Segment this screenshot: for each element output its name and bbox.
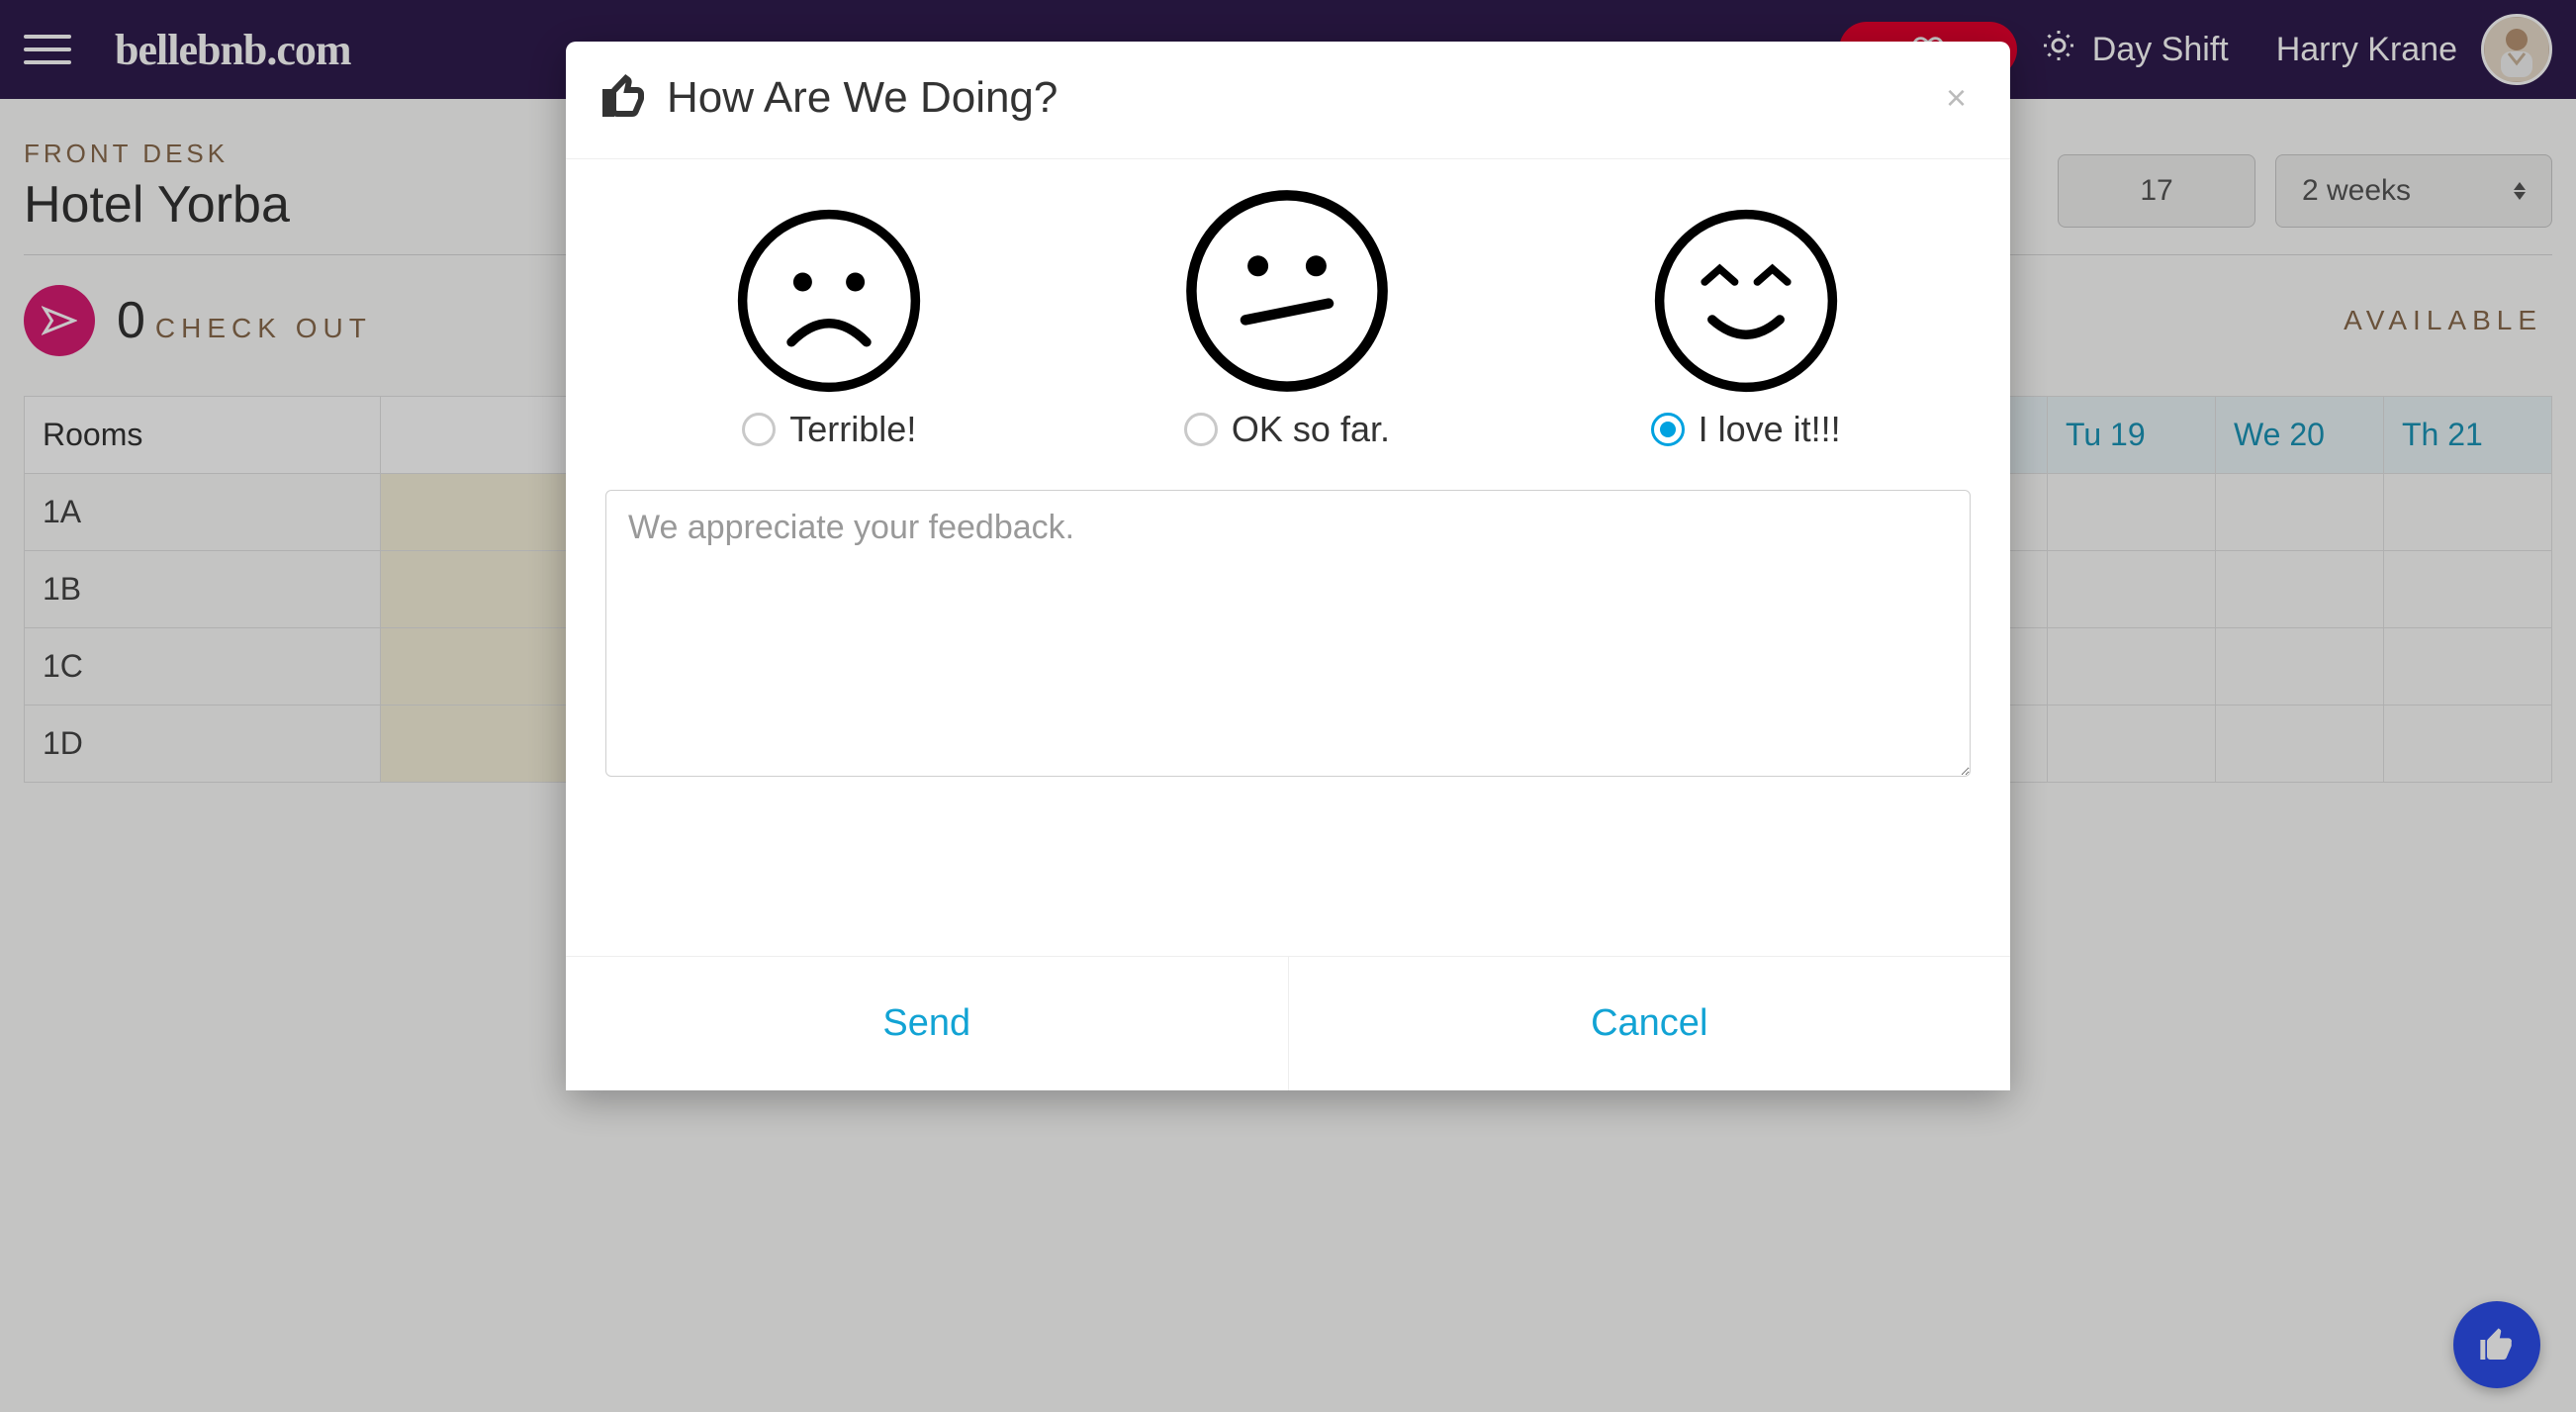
rating-label: I love it!!! <box>1699 409 1841 450</box>
feedback-modal: How Are We Doing? × Terrible! <box>566 42 2010 1090</box>
cancel-button[interactable]: Cancel <box>1289 957 2011 1090</box>
rating-label: Terrible! <box>789 409 916 450</box>
rating-option-love[interactable]: I love it!!! <box>1651 207 1841 450</box>
modal-overlay[interactable]: How Are We Doing? × Terrible! <box>0 0 2576 1412</box>
radio-love[interactable] <box>1651 413 1685 446</box>
send-button[interactable]: Send <box>566 957 1289 1090</box>
close-icon[interactable]: × <box>1936 71 1977 125</box>
rating-label: OK so far. <box>1232 409 1390 450</box>
sad-face-icon <box>735 207 923 395</box>
radio-ok[interactable] <box>1184 413 1218 446</box>
neutral-face-icon <box>1183 187 1391 395</box>
thumbs-up-icon <box>599 72 647 125</box>
modal-title: How Are We Doing? <box>667 73 1058 123</box>
happy-face-icon <box>1652 207 1840 395</box>
rating-option-terrible[interactable]: Terrible! <box>735 207 923 450</box>
feedback-textarea[interactable] <box>605 490 1971 777</box>
radio-terrible[interactable] <box>742 413 776 446</box>
rating-option-ok[interactable]: OK so far. <box>1183 187 1391 450</box>
